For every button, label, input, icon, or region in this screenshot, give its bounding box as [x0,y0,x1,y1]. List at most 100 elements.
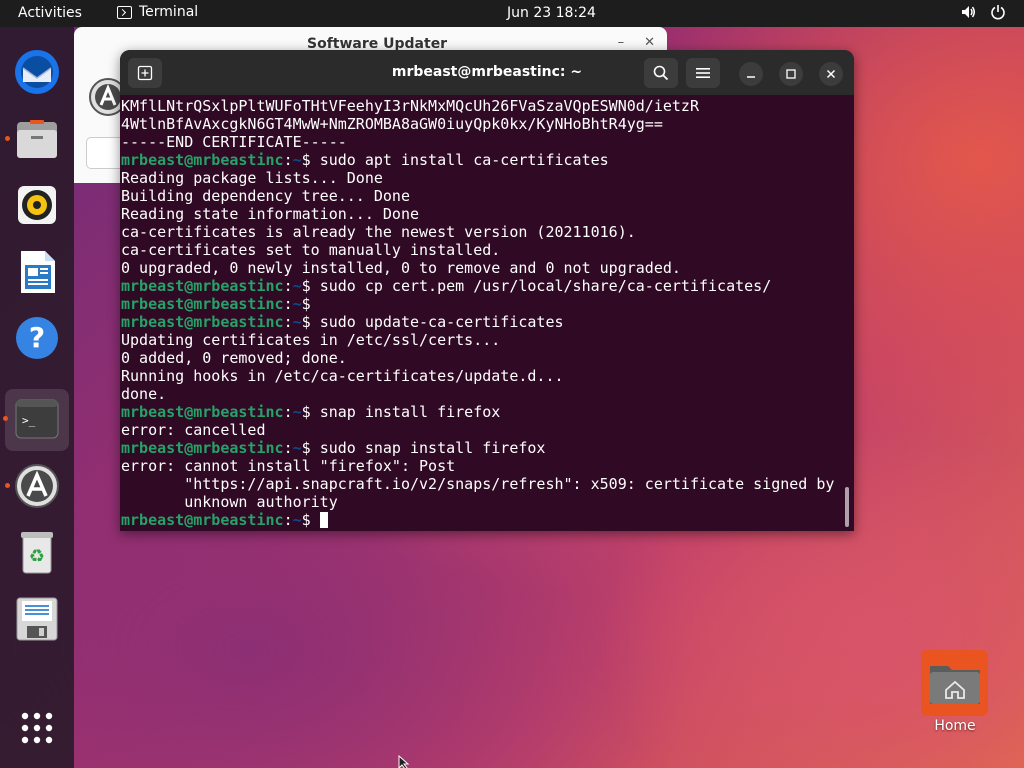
command-text: sudo apt install ca-certificates [319,151,609,169]
prompt-separator: : [283,439,293,457]
minimize-icon [747,76,755,78]
prompt-user: mrbeast@mrbeastinc [121,277,284,295]
output-line: Reading package lists... Done [121,169,383,187]
thunderbird-icon[interactable] [12,47,62,97]
prompt-separator: : [283,511,293,529]
output-line: Updating certificates in /etc/ssl/certs.… [121,331,501,349]
window-controls[interactable]: – ✕ [618,35,655,50]
activities-button[interactable]: Activities [18,5,82,21]
search-button[interactable] [644,58,678,88]
prompt-separator: : [283,295,293,313]
command-line: mrbeast@mrbeastinc:~$ sudo update-ca-cer… [121,313,854,331]
minimize-button[interactable] [739,62,763,86]
prompt-symbol: $ [301,277,320,295]
close-icon [826,69,836,79]
command-line: mrbeast@mrbeastinc:~$ sudo apt install c… [121,151,854,169]
output-line: 0 added, 0 removed; done. [121,349,347,367]
top-bar: Activities Terminal Jun 23 18:24 [0,0,1024,27]
rhythmbox-icon[interactable] [12,180,62,230]
terminal-icon [117,5,132,19]
command-text: snap install firefox [319,403,501,421]
output-line: 4WtlnBfAvAxcgkN6GT4MwW+NmZROMBA8aGW0iuyQ… [121,115,663,133]
close-button[interactable] [819,62,843,86]
close-icon[interactable]: ✕ [644,35,655,50]
floppy-save-icon[interactable] [12,594,62,644]
output-line: "https://api.snapcraft.io/v2/snaps/refre… [121,475,835,493]
minimize-icon[interactable]: – [618,35,625,50]
prompt-separator: : [283,403,293,421]
mouse-pointer-icon [398,755,410,768]
maximize-button[interactable] [779,62,803,86]
menu-button[interactable] [686,58,720,88]
output-line: error: cannot install "firefox": Post [121,457,456,475]
active-prompt-line: mrbeast@mrbeastinc:~$ [121,511,854,529]
show-apps-icon[interactable] [12,703,62,753]
command-line: mrbeast@mrbeastinc:~$ snap install firef… [121,403,854,421]
command-text: sudo update-ca-certificates [319,313,564,331]
prompt-user: mrbeast@mrbeastinc [121,439,284,457]
prompt-symbol: $ [301,439,320,457]
home-folder-icon[interactable] [921,650,988,716]
running-indicator [5,136,10,141]
output-line: done. [121,385,167,403]
svg-text:>_: >_ [22,414,36,427]
software-updater-icon[interactable] [12,461,62,511]
home-folder-label[interactable]: Home [928,718,982,734]
prompt-separator: : [283,151,293,169]
system-tray[interactable] [960,4,1006,20]
text-cursor [319,512,328,528]
command-text: sudo cp cert.pem /usr/local/share/ca-cer… [319,277,772,295]
output-line: Running hooks in /etc/ca-certificates/up… [121,367,564,385]
power-icon[interactable] [990,4,1006,20]
files-icon[interactable] [12,114,62,164]
output-line: Building dependency tree... Done [121,187,410,205]
volume-icon[interactable] [960,4,976,20]
prompt-symbol: $ [301,295,320,313]
output-line: Reading state information... Done [121,205,420,223]
prompt-symbol: $ [301,511,320,529]
prompt-path: ~ [292,313,302,331]
output-line: KMflLNtrQSxlpPltWUFoTHtVFeehyI3rNkMxMQcU… [121,97,699,115]
prompt-separator: : [283,313,293,331]
prompt-path: ~ [292,295,302,313]
prompt-symbol: $ [301,151,320,169]
svg-text:?: ? [29,321,45,354]
running-indicator [5,483,10,488]
trash-icon[interactable]: ♻ [12,527,62,577]
libreoffice-writer-icon[interactable] [12,247,62,297]
help-icon[interactable]: ? [12,313,62,363]
prompt-path: ~ [292,439,302,457]
dock: ? >_ ♻ [0,27,74,768]
app-name: Terminal [139,4,199,20]
output-line: 0 upgraded, 0 newly installed, 0 to remo… [121,259,681,277]
scrollbar[interactable] [845,487,849,527]
prompt-path: ~ [292,277,302,295]
maximize-icon [786,69,796,79]
search-icon [653,65,669,81]
prompt-path: ~ [292,511,302,529]
prompt-separator: : [283,277,293,295]
terminal-window[interactable]: mrbeast@mrbeastinc: ~ KMflLNtrQSxlpPltWU… [120,50,854,531]
terminal-output[interactable]: KMflLNtrQSxlpPltWUFoTHtVFeehyI3rNkMxMQcU… [120,95,854,531]
prompt-user: mrbeast@mrbeastinc [121,511,284,529]
prompt-path: ~ [292,403,302,421]
output-line: ca-certificates is already the newest ve… [121,223,636,241]
app-menu[interactable]: Terminal [117,4,198,20]
prompt-user: mrbeast@mrbeastinc [121,403,284,421]
clock[interactable]: Jun 23 18:24 [507,5,596,21]
prompt-symbol: $ [301,403,320,421]
terminal-icon[interactable]: >_ [12,394,62,444]
hamburger-menu-icon [696,68,710,78]
command-line: mrbeast@mrbeastinc:~$ sudo snap install … [121,439,854,457]
command-line: mrbeast@mrbeastinc:~$ sudo cp cert.pem /… [121,277,854,295]
output-line: unknown authority [121,493,338,511]
prompt-symbol: $ [301,313,320,331]
command-text: sudo snap install firefox [319,439,546,457]
output-line: ca-certificates set to manually installe… [121,241,501,259]
output-line: error: cancelled [121,421,266,439]
command-line: mrbeast@mrbeastinc:~$ [121,295,854,313]
svg-text:♻: ♻ [29,546,45,567]
terminal-header-bar[interactable]: mrbeast@mrbeastinc: ~ [120,50,854,95]
running-indicator [3,416,8,421]
prompt-user: mrbeast@mrbeastinc [121,151,284,169]
